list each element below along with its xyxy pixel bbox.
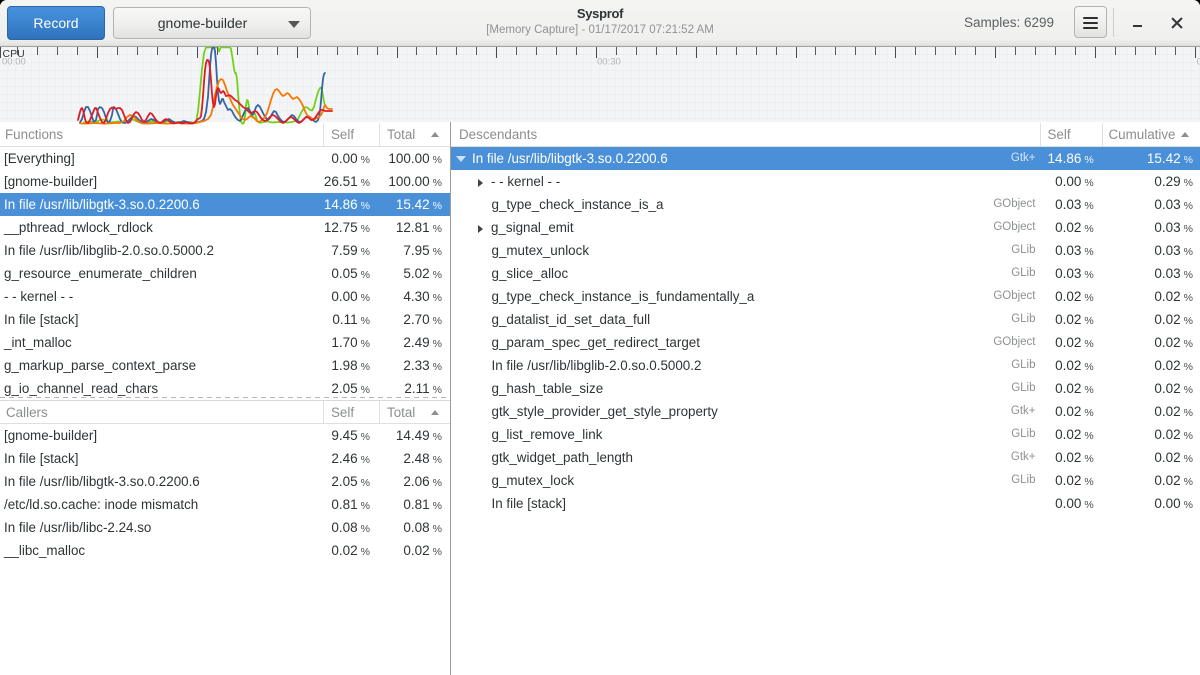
svg-text:00:00: 00:00 (2, 57, 26, 68)
svg-text:00:30: 00:30 (597, 57, 621, 68)
svg-text:01:00: 01:00 (1197, 57, 1200, 68)
